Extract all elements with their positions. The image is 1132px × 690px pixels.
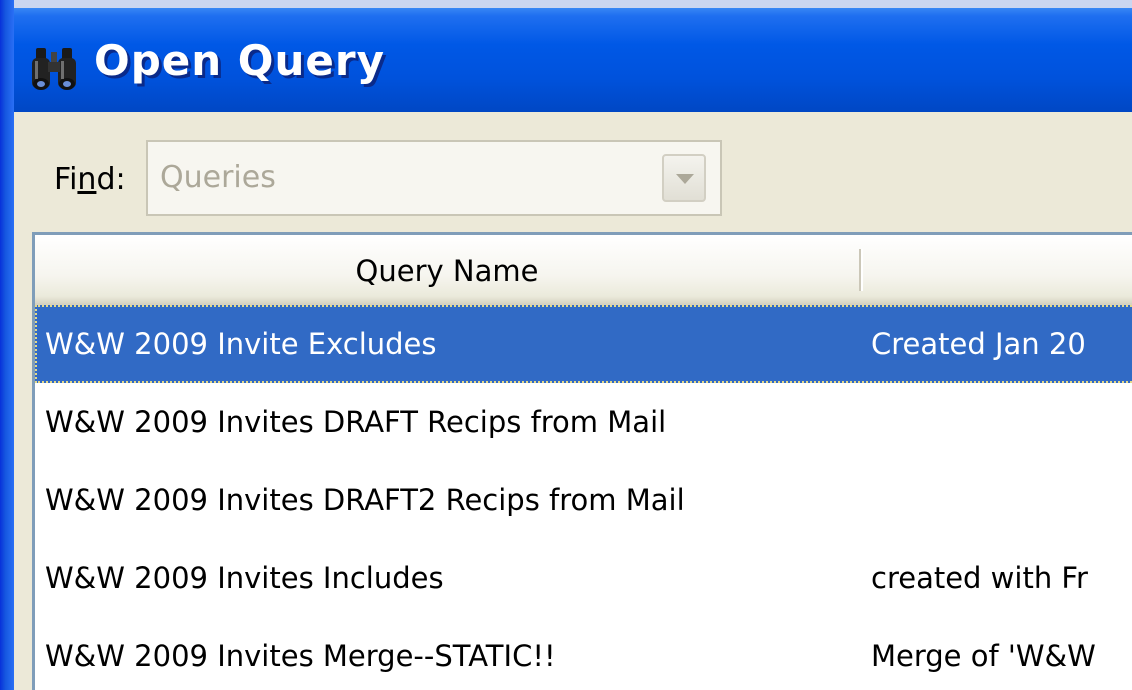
query-name-cell: W&W 2009 Invites DRAFT Recips from Mail xyxy=(45,405,667,439)
binoculars-icon xyxy=(32,48,76,90)
table-row[interactable]: W&W 2009 Invites DRAFT Recips from Mail xyxy=(35,383,1132,461)
window-title: Open Query xyxy=(94,36,385,85)
table-row[interactable]: W&W 2009 Invite Excludes Created Jan 20 xyxy=(35,305,1132,383)
chevron-down-icon xyxy=(676,174,694,184)
open-query-window: Open Query Find: Queries Query Name W&W … xyxy=(0,0,1132,690)
query-list[interactable]: Query Name W&W 2009 Invite Excludes Crea… xyxy=(32,232,1132,690)
title-bar[interactable]: Open Query xyxy=(0,0,1132,112)
query-name-cell: W&W 2009 Invites Includes xyxy=(45,561,444,595)
list-header: Query Name xyxy=(35,235,1132,305)
query-description-cell: Merge of 'W&W xyxy=(871,639,1096,673)
column-header-query-name[interactable]: Query Name xyxy=(35,235,859,301)
query-description-cell: created with Fr xyxy=(871,561,1088,595)
query-name-cell: W&W 2009 Invite Excludes xyxy=(45,327,437,361)
find-combobox[interactable]: Queries xyxy=(146,140,722,216)
query-name-cell: W&W 2009 Invites DRAFT2 Recips from Mail xyxy=(45,483,685,517)
list-rows: W&W 2009 Invite Excludes Created Jan 20 … xyxy=(35,305,1132,690)
find-label: Find: xyxy=(54,162,126,197)
column-divider-highlight xyxy=(861,249,863,291)
query-description-cell: Created Jan 20 xyxy=(871,327,1086,361)
find-dropdown-button[interactable] xyxy=(662,154,706,202)
table-row[interactable]: W&W 2009 Invites Merge--STATIC!! Merge o… xyxy=(35,617,1132,690)
find-combobox-value: Queries xyxy=(160,160,276,195)
table-row[interactable]: W&W 2009 Invites DRAFT2 Recips from Mail xyxy=(35,461,1132,539)
table-row[interactable]: W&W 2009 Invites Includes created with F… xyxy=(35,539,1132,617)
window-frame-left xyxy=(0,0,14,690)
query-name-cell: W&W 2009 Invites Merge--STATIC!! xyxy=(45,639,556,673)
title-bar-edge xyxy=(14,0,1132,8)
